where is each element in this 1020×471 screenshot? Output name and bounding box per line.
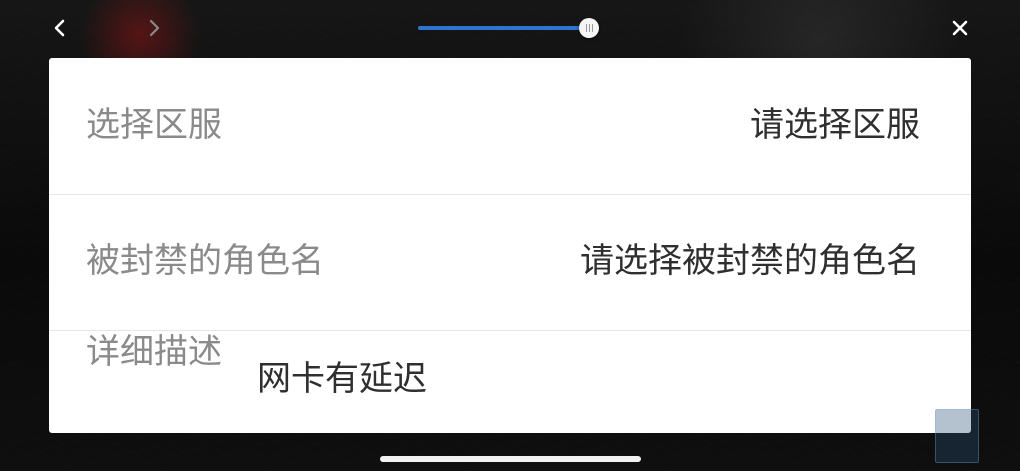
chevron-left-icon — [54, 19, 65, 37]
slider-fill — [418, 26, 589, 30]
appeal-form-sheet: 选择区服 请选择区服 被封禁的角色名 请选择被封禁的角色名 详细描述 — [49, 58, 971, 433]
home-indicator[interactable] — [380, 456, 641, 462]
slider-grip-icon — [585, 24, 593, 32]
server-label: 选择区服 — [86, 105, 222, 145]
role-label: 被封禁的角色名 — [86, 241, 324, 281]
role-select-row[interactable]: 被封禁的角色名 请选择被封禁的角色名 — [49, 194, 971, 331]
server-select-value[interactable]: 请选择区服 — [750, 105, 920, 145]
game-screen-background: 选择区服 请选择区服 被封禁的角色名 请选择被封禁的角色名 详细描述 — [0, 0, 1020, 471]
description-label: 详细描述 — [86, 332, 222, 372]
age-rating-badge — [935, 409, 979, 463]
slider-thumb[interactable] — [579, 18, 599, 38]
description-row: 详细描述 — [49, 330, 971, 433]
role-select-value[interactable]: 请选择被封禁的角色名 — [580, 241, 920, 281]
chevron-right-icon — [149, 19, 160, 37]
close-icon — [952, 20, 968, 36]
top-bar — [0, 0, 1020, 58]
close-button[interactable] — [944, 12, 976, 44]
description-input[interactable] — [257, 357, 937, 401]
progress-slider[interactable] — [418, 16, 608, 40]
back-button[interactable] — [44, 12, 76, 44]
server-select-row[interactable]: 选择区服 请选择区服 — [49, 58, 971, 195]
forward-button[interactable] — [138, 12, 170, 44]
